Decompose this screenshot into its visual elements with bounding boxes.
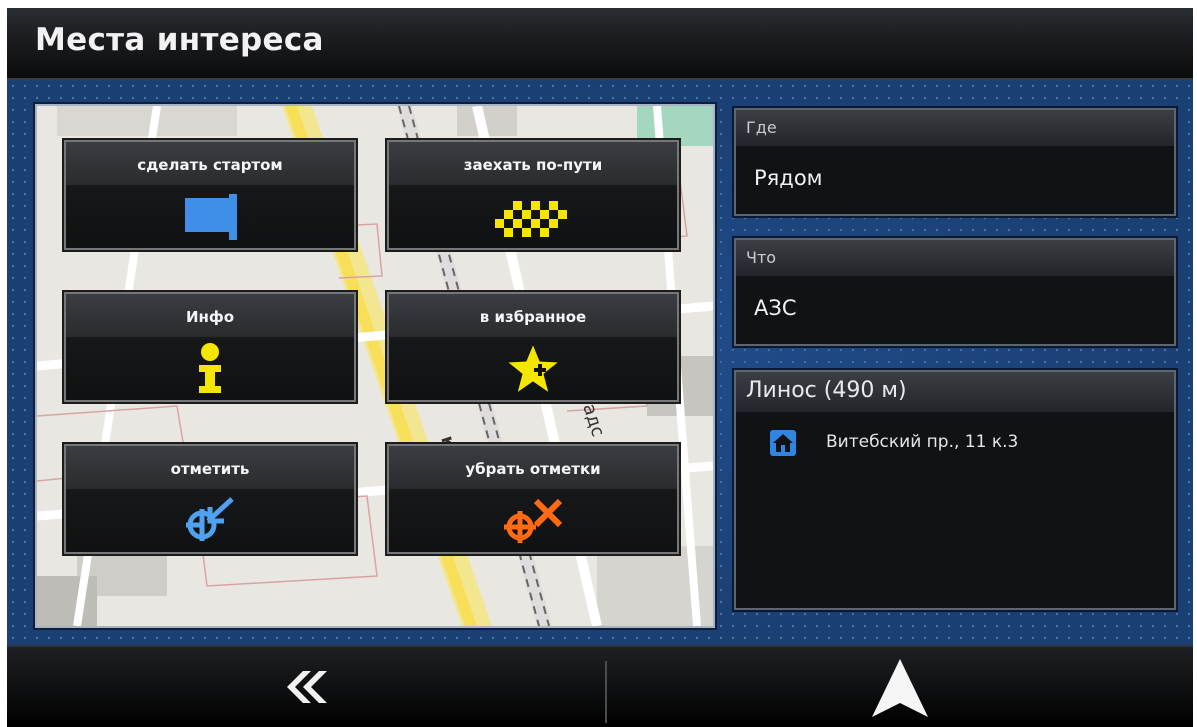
what-field[interactable]: Что АЗС xyxy=(734,238,1176,346)
double-chevron-left-icon xyxy=(287,671,327,703)
add-to-favorites-button[interactable]: в избранное xyxy=(387,292,679,402)
remove-marks-label: убрать отметки xyxy=(465,460,601,478)
favorite-star-icon xyxy=(505,342,561,395)
map-panel: кий адс сделать стартом заехать по-пути xyxy=(35,104,715,628)
work-area: кий адс сделать стартом заехать по-пути xyxy=(7,80,1193,645)
make-start-button[interactable]: сделать стартом xyxy=(64,140,356,250)
stop-along-route-button[interactable]: заехать по-пути xyxy=(387,140,679,250)
start-flag-icon xyxy=(185,194,237,240)
title-bar: Места интереса xyxy=(7,8,1193,80)
mark-button[interactable]: отметить xyxy=(64,444,356,554)
info-button[interactable]: Инфо xyxy=(64,292,356,402)
bottom-toolbar xyxy=(7,645,1193,727)
what-header: Что xyxy=(746,248,777,267)
back-button[interactable] xyxy=(7,647,605,727)
where-field[interactable]: Где Рядом xyxy=(734,108,1176,216)
what-value: АЗС xyxy=(754,296,797,320)
checkered-flag-icon xyxy=(495,201,567,237)
where-value: Рядом xyxy=(754,166,823,190)
remove-marks-button[interactable]: убрать отметки xyxy=(387,444,679,554)
where-header: Где xyxy=(746,118,777,137)
info-icon xyxy=(199,343,221,393)
results-header: Линос (490 м) xyxy=(746,378,907,403)
stop-along-route-label: заехать по-пути xyxy=(463,156,603,174)
app-window: Места интереса адс сделать стартом заеха… xyxy=(7,8,1193,727)
navigate-arrow-icon xyxy=(872,659,928,717)
mark-icon xyxy=(186,497,234,541)
results-panel: Линос (490 м) Витебский пр., 11 к.3 xyxy=(734,370,1176,610)
add-to-favorites-label: в избранное xyxy=(479,308,587,326)
remove-marks-icon xyxy=(504,498,563,543)
make-start-label: сделать стартом xyxy=(137,156,283,174)
navigate-button[interactable] xyxy=(607,647,1193,727)
home-icon xyxy=(770,430,796,456)
mark-label: отметить xyxy=(170,460,250,478)
page-title: Места интереса xyxy=(35,22,324,58)
result-address[interactable]: Витебский пр., 11 к.3 xyxy=(826,432,1018,452)
info-label: Инфо xyxy=(185,308,235,326)
